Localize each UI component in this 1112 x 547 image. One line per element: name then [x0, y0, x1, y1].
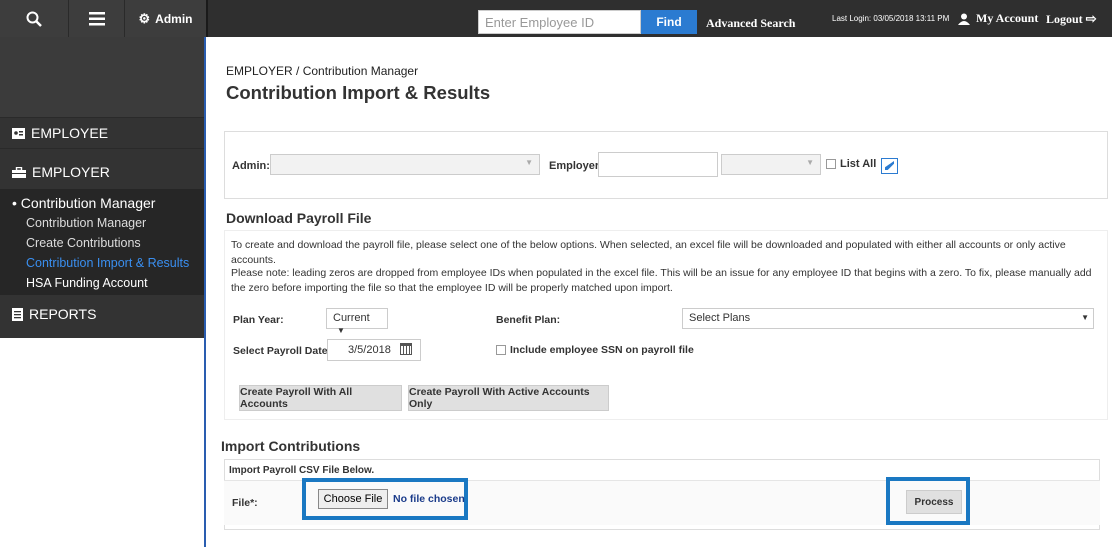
sidebar-link-hsa-funding-account[interactable]: HSA Funding Account: [12, 273, 204, 293]
sidebar-link-create-contributions[interactable]: Create Contributions: [12, 233, 204, 253]
plan-year-select[interactable]: Current ▼: [326, 308, 388, 335]
admin-label: Admin: [155, 11, 193, 26]
payroll-date-label: Select Payroll Date:: [233, 345, 332, 357]
sidebar-link-contribution-manager[interactable]: Contribution Manager: [12, 213, 204, 233]
topbar-divider: [206, 0, 208, 37]
leading-zero-note: Please note: leading zeros are dropped f…: [231, 267, 1092, 294]
logout-link[interactable]: Logout ⇨: [1046, 11, 1097, 27]
sidebar-header: [0, 37, 204, 117]
create-payroll-active-button[interactable]: Create Payroll With Active Accounts Only: [408, 385, 609, 411]
sidebar-item-label: REPORTS: [29, 306, 97, 322]
sidebar-group-contribution-manager[interactable]: • Contribution Manager: [12, 195, 204, 211]
edit-icon[interactable]: [881, 158, 898, 174]
find-button[interactable]: Find: [641, 10, 697, 34]
sidebar: EMPLOYEE EMPLOYER • Contribution Manager…: [0, 37, 206, 547]
report-icon: [12, 307, 23, 321]
id-card-icon: [12, 127, 25, 139]
chevron-down-icon: ▼: [806, 158, 814, 167]
sidebar-item-employee[interactable]: EMPLOYEE: [0, 117, 204, 149]
no-file-chosen-text: No file chosen: [393, 493, 465, 505]
calendar-icon[interactable]: [400, 343, 412, 355]
chevron-down-icon: ▼: [525, 158, 533, 167]
download-instructions: To create and download the payroll file,…: [231, 239, 1066, 266]
benefit-plan-select[interactable]: Select Plans ▼: [682, 308, 1094, 329]
employer-filter-label: Employer:: [549, 160, 603, 172]
sidebar-nav: EMPLOYEE EMPLOYER • Contribution Manager…: [0, 37, 204, 338]
search-icon: [26, 11, 42, 27]
chevron-down-icon: ▼: [337, 326, 345, 335]
payroll-date-value: 3/5/2018: [348, 344, 391, 356]
menu-button[interactable]: [68, 0, 124, 37]
gear-icon: ⚙: [138, 10, 151, 26]
page-title: Contribution Import & Results: [226, 82, 491, 103]
chevron-down-icon: ▼: [1081, 313, 1089, 322]
sidebar-item-reports[interactable]: REPORTS: [0, 299, 204, 329]
benefit-plan-value: Select Plans: [689, 312, 751, 324]
admin-select[interactable]: ▼: [270, 154, 540, 175]
list-all-checkbox[interactable]: [826, 159, 836, 169]
top-bar: ⚙ Admin Find Advanced Search Last Login:…: [0, 0, 1112, 37]
admin-filter-label: Admin:: [232, 160, 270, 172]
employer-select[interactable]: ▼: [721, 154, 821, 175]
sidebar-item-label: EMPLOYEE: [31, 125, 109, 141]
import-subtitle: Import Payroll CSV File Below.: [229, 465, 375, 476]
plan-year-value: Current: [333, 312, 370, 324]
search-toggle-button[interactable]: [0, 0, 68, 37]
advanced-search-link[interactable]: Advanced Search: [706, 16, 795, 31]
include-ssn-checkbox[interactable]: [496, 345, 506, 355]
plan-year-label: Plan Year:: [233, 314, 284, 326]
create-payroll-all-button[interactable]: Create Payroll With All Accounts: [239, 385, 402, 411]
download-payroll-title: Download Payroll File: [226, 210, 372, 226]
list-all-label: List All: [840, 158, 877, 170]
process-button[interactable]: Process: [906, 490, 962, 514]
sidebar-submenu: • Contribution Manager Contribution Mana…: [0, 189, 204, 295]
employer-input[interactable]: [598, 152, 718, 177]
admin-menu-button[interactable]: ⚙ Admin: [124, 0, 206, 37]
last-login-text: Last Login: 03/05/2018 13:11 PM: [832, 14, 950, 23]
employee-id-input[interactable]: [478, 10, 641, 34]
breadcrumb: EMPLOYER / Contribution Manager: [226, 64, 419, 78]
import-contributions-title: Import Contributions: [221, 438, 361, 454]
benefit-plan-label: Benefit Plan:: [496, 314, 561, 326]
user-icon: [958, 13, 970, 25]
my-account-label: My Account: [976, 11, 1039, 25]
sidebar-item-employer[interactable]: EMPLOYER: [0, 156, 204, 188]
briefcase-icon: [12, 166, 26, 178]
include-ssn-label: Include employee SSN on payroll file: [510, 344, 694, 356]
hamburger-icon: [88, 11, 105, 25]
sidebar-link-contribution-import-results[interactable]: Contribution Import & Results: [12, 253, 204, 273]
choose-file-button[interactable]: Choose File: [318, 489, 388, 509]
file-label: File*:: [232, 497, 258, 509]
sidebar-item-label: EMPLOYER: [32, 164, 110, 180]
logout-label: Logout: [1046, 11, 1083, 26]
my-account-link[interactable]: My Account: [958, 11, 1038, 26]
logout-icon: ⇨: [1085, 11, 1097, 26]
